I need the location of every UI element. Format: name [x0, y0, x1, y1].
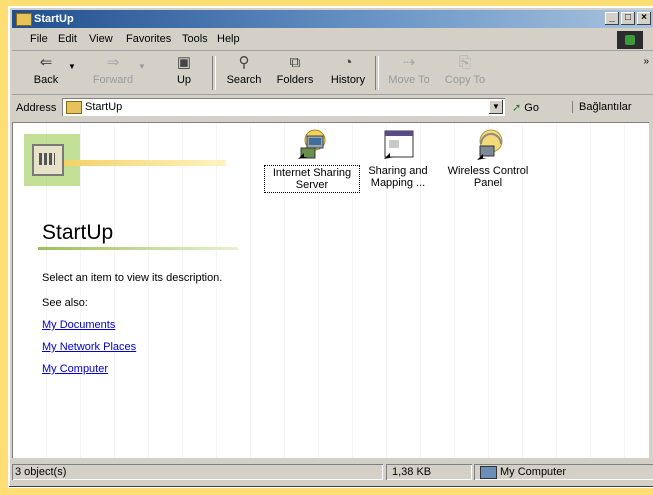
page-title: StartUp [42, 221, 114, 244]
minimize-button[interactable]: _ [605, 12, 619, 25]
toolbar-overflow-icon[interactable]: » [643, 56, 649, 67]
menu-tools[interactable]: Tools [182, 33, 208, 45]
see-also-label: See also: [42, 297, 88, 309]
menu-view[interactable]: View [89, 33, 113, 45]
history-icon: ◔ [343, 54, 353, 71]
history-button[interactable]: ◔ History [326, 54, 370, 86]
forward-button[interactable]: ⇒ Forward [90, 54, 136, 86]
status-location-label: My Computer [500, 466, 567, 478]
status-size: 1,38 KB [386, 464, 472, 480]
menu-edit[interactable]: Edit [58, 33, 77, 45]
folder-icon [16, 13, 32, 26]
startup-folder-icon [32, 144, 64, 176]
item-sharing-and-mapping[interactable]: Sharing and Mapping ... [350, 128, 446, 189]
title-bar[interactable]: StartUp _ □ × [12, 10, 653, 28]
folder-icon [66, 101, 82, 114]
move-to-button[interactable]: ⇢ Move To [382, 54, 436, 86]
link-my-computer[interactable]: My Computer [42, 363, 108, 375]
search-icon: ⚲ [238, 54, 250, 71]
wireless-control-panel-icon [471, 128, 505, 162]
windows-logo-icon [617, 31, 643, 49]
banner-decoration [61, 160, 226, 166]
status-bar: 3 object(s) 1,38 KB My Computer [12, 462, 653, 482]
address-bar: Address StartUp ▼ ➚ Go Bağlantılar [12, 96, 653, 120]
status-object-count: 3 object(s) [12, 464, 383, 480]
up-folder-icon: ▣ [176, 54, 192, 71]
item-label: Wireless Control Panel [447, 165, 529, 189]
link-my-documents[interactable]: My Documents [42, 319, 115, 331]
folder-view: StartUp Select an item to view its descr… [12, 122, 649, 458]
go-button[interactable]: ➚ Go [512, 101, 539, 114]
copy-to-icon: ⎘ [458, 54, 471, 71]
folder-banner [16, 130, 236, 198]
folders-icon: ⧉ [289, 54, 301, 71]
item-internet-sharing-server[interactable]: Internet Sharing Server [264, 128, 360, 193]
go-arrow-icon: ➚ [512, 102, 522, 114]
sharing-mapping-icon [381, 128, 415, 162]
search-label: Search [226, 74, 262, 86]
internet-sharing-server-icon [295, 128, 329, 162]
address-input[interactable]: StartUp ▼ [62, 98, 505, 116]
item-label: Internet Sharing Server [264, 165, 360, 193]
menu-favorites[interactable]: Favorites [126, 33, 171, 45]
forward-dropdown-icon[interactable]: ▼ [138, 62, 146, 71]
toolbar-separator [212, 56, 216, 90]
toolbar: ⇐ Back ▼ ⇒ Forward ▼ ▣ Up ⚲ Search ⧉ Fol… [12, 52, 653, 95]
search-button[interactable]: ⚲ Search [222, 54, 266, 86]
description-text: Select an item to view its description. [42, 272, 223, 284]
go-label: Go [524, 102, 539, 114]
item-wireless-control-panel[interactable]: Wireless Control Panel [440, 128, 536, 189]
back-dropdown-icon[interactable]: ▼ [68, 62, 76, 71]
status-location: My Computer [474, 464, 653, 480]
folders-label: Folders [276, 74, 314, 86]
copy-to-button[interactable]: ⎘ Copy To [438, 54, 492, 86]
item-label: Sharing and Mapping ... [368, 165, 428, 189]
menu-bar: File Edit View Favorites Tools Help [12, 30, 653, 51]
back-label: Back [33, 74, 59, 86]
copy-to-label: Copy To [444, 74, 486, 86]
forward-arrow-icon: ⇒ [106, 54, 120, 71]
back-arrow-icon: ⇐ [39, 54, 53, 71]
move-to-label: Move To [388, 74, 430, 86]
explorer-window: StartUp _ □ × File Edit View Favorites T… [8, 6, 653, 488]
menu-file[interactable]: File [30, 33, 48, 45]
link-my-network-places[interactable]: My Network Places [42, 341, 136, 353]
close-button[interactable]: × [637, 12, 651, 25]
folders-button[interactable]: ⧉ Folders [272, 54, 318, 86]
links-button[interactable]: Bağlantılar [572, 101, 632, 113]
address-label: Address [16, 102, 57, 114]
window-title: StartUp [34, 13, 74, 25]
toolbar-separator [375, 56, 379, 90]
up-label: Up [176, 74, 192, 86]
move-to-icon: ⇢ [402, 54, 416, 71]
title-divider [38, 247, 238, 250]
address-dropdown-icon[interactable]: ▼ [489, 100, 503, 114]
my-computer-icon [480, 466, 497, 479]
back-button[interactable]: ⇐ Back [26, 54, 66, 86]
address-value: StartUp [85, 101, 123, 113]
menu-help[interactable]: Help [217, 33, 240, 45]
history-label: History [330, 74, 366, 86]
forward-label: Forward [92, 74, 134, 86]
maximize-button[interactable]: □ [621, 12, 635, 25]
up-button[interactable]: ▣ Up [164, 54, 204, 86]
